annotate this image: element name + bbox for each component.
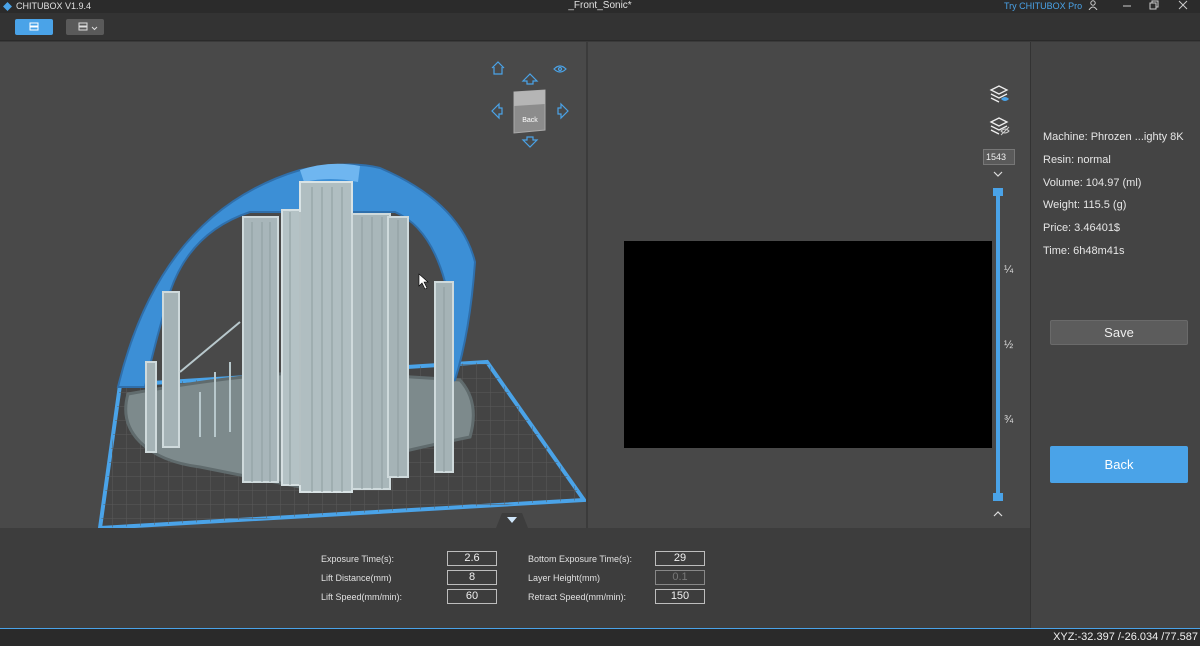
layers-icon [29,22,39,31]
price-info: Price: 3.46401$ [1043,222,1121,234]
slice-preview-canvas [624,241,992,448]
rotate-up-icon[interactable] [521,73,539,85]
layer-slider-top-handle[interactable] [993,188,1003,196]
layers-dropdown-icon [78,22,98,31]
resin-info: Resin: normal [1043,154,1111,166]
layer-height-label: Layer Height(mm) [528,573,601,583]
try-pro-link[interactable]: Try CHITUBOX Pro [1004,1,1082,11]
eye-icon[interactable] [553,65,567,73]
time-info: Time: 6h48m41s [1043,245,1125,257]
layer-number-input[interactable]: 1543 [983,149,1015,165]
layer-down-icon[interactable] [993,170,1003,178]
exposure-time-field[interactable]: 2.6 [447,551,497,566]
layers-visible-icon[interactable] [988,84,1012,106]
lift-distance-field[interactable]: 8 [447,570,497,585]
rotate-right-icon[interactable] [557,102,569,120]
layer-slider[interactable] [996,191,1000,499]
view-cube-label: Back [522,117,538,124]
machine-info: Machine: Phrozen ...ighty 8K [1043,131,1184,143]
bottom-exposure-label: Bottom Exposure Time(s): [528,554,633,564]
back-button[interactable]: Back [1050,446,1188,483]
settings-dropdown-button[interactable] [66,19,104,35]
cursor-coordinates: XYZ:-32.397 /-26.034 /77.587 [1053,631,1198,643]
close-icon[interactable] [1178,0,1188,13]
lift-speed-label: Lift Speed(mm/min): [321,592,403,602]
print-parameters-panel: Exposure Time(s): 2.6 Lift Distance(mm) … [0,528,1030,628]
exposure-time-label: Exposure Time(s): [321,554,395,564]
print-info-panel: Machine: Phrozen ...ighty 8K Resin: norm… [1030,42,1200,628]
user-icon[interactable] [1088,0,1098,13]
slice-preview-panel: 1543 ¼ ½ ¾ [588,42,1030,528]
mouse-cursor-icon [418,273,429,290]
retract-speed-field[interactable]: 150 [655,589,705,604]
save-button[interactable]: Save [1050,320,1188,345]
toolbar [0,13,1200,41]
home-icon[interactable] [491,61,505,75]
lift-distance-label: Lift Distance(mm) [321,573,392,583]
view-cube[interactable] [513,89,546,134]
weight-info: Weight: 115.5 (g) [1043,199,1127,211]
model-scene[interactable]: Back [0,42,586,528]
retract-speed-label: Retract Speed(mm/min): [528,592,627,602]
rotate-left-icon[interactable] [491,102,503,120]
3d-viewport[interactable]: Back [0,42,586,528]
minimize-icon[interactable] [1122,0,1132,13]
bottom-exposure-field[interactable]: 29 [655,551,705,566]
slider-mark-quarter: ¼ [1004,264,1014,276]
layers-hidden-icon[interactable] [988,116,1012,138]
layer-up-icon[interactable] [993,510,1003,518]
slider-mark-three-quarters: ¾ [1004,414,1014,426]
lift-speed-field[interactable]: 60 [447,589,497,604]
layer-height-field: 0.1 [655,570,705,585]
title-bar: CHITUBOX V1.9.4 _Front_Sonic* Try CHITUB… [0,0,1200,13]
slice-view-button[interactable] [15,19,53,35]
layer-number-value: 1543 [986,152,1007,162]
slider-mark-half: ½ [1004,339,1014,351]
restore-icon[interactable] [1149,0,1159,13]
layer-slider-bottom-handle[interactable] [993,493,1003,501]
status-bar: XYZ:-32.397 /-26.034 /77.587 [0,628,1200,646]
volume-info: Volume: 104.97 (ml) [1043,177,1142,189]
rotate-down-icon[interactable] [521,136,539,148]
